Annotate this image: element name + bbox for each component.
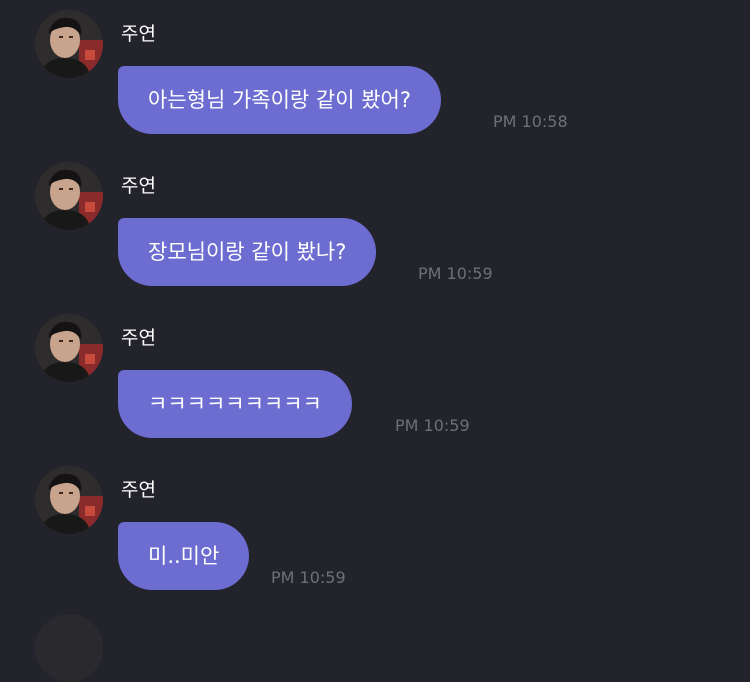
avatar[interactable] — [35, 314, 103, 382]
profile-photo-icon — [35, 314, 103, 382]
message-bubble[interactable]: 아는형님 가족이랑 같이 봤어? — [118, 66, 442, 134]
message-row: 주연 아는형님 가족이랑 같이 봤어? PM 10:58 — [0, 0, 750, 152]
message-timestamp: PM 10:59 — [395, 416, 470, 435]
message-row: 주연 ㅋㅋㅋㅋㅋㅋㅋㅋㅋ PM 10:59 — [0, 304, 750, 456]
message-row: 주연 장모님이랑 같이 봤나? PM 10:59 — [0, 152, 750, 304]
message-timestamp: PM 10:59 — [418, 264, 493, 283]
avatar[interactable] — [35, 466, 103, 534]
message-row: 주연 미..미안 PM 10:59 — [0, 456, 750, 608]
sender-name: 주연 — [121, 175, 156, 197]
message-bubble[interactable]: ㅋㅋㅋㅋㅋㅋㅋㅋㅋ — [118, 370, 352, 438]
avatar[interactable] — [35, 162, 103, 230]
avatar[interactable] — [35, 614, 103, 682]
profile-photo-icon — [35, 162, 103, 230]
sender-name: 주연 — [121, 327, 156, 349]
sender-name: 주연 — [121, 479, 156, 501]
message-bubble[interactable]: 미..미안 — [118, 522, 250, 590]
profile-photo-icon — [35, 466, 103, 534]
avatar[interactable] — [35, 10, 103, 78]
sender-name: 주연 — [121, 23, 156, 45]
message-timestamp: PM 10:58 — [493, 112, 568, 131]
message-timestamp: PM 10:59 — [271, 568, 346, 587]
profile-photo-icon — [35, 10, 103, 78]
message-bubble[interactable]: 장모님이랑 같이 봤나? — [118, 218, 377, 286]
chat-message-list[interactable]: 주연 아는형님 가족이랑 같이 봤어? PM 10:58 주연 장모님이랑 같이… — [0, 0, 750, 682]
